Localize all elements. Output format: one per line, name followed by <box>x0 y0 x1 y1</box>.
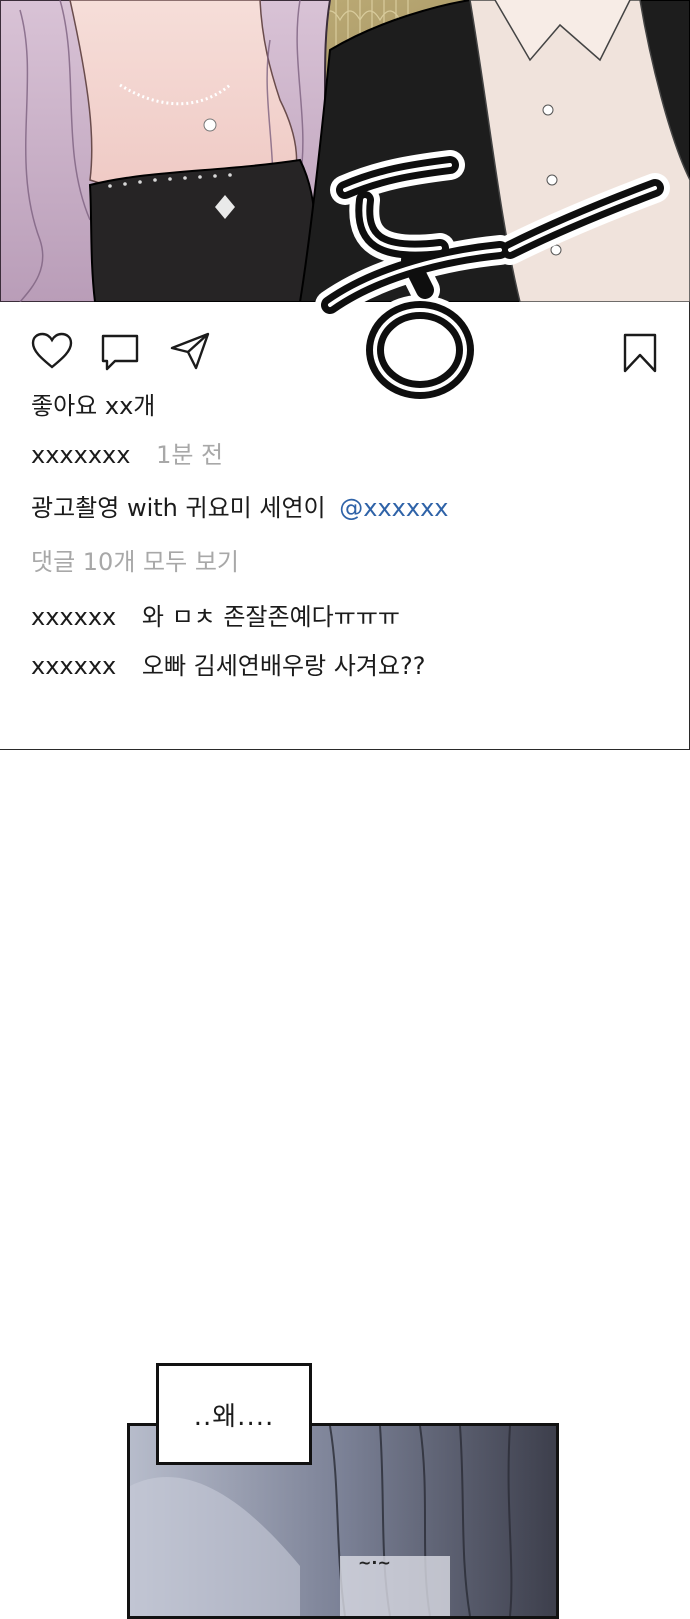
caption-mention-link[interactable]: @xxxxxx <box>339 494 448 522</box>
speech-box: ..왜.... <box>156 1363 312 1465</box>
username[interactable]: xxxxxxx <box>31 441 130 469</box>
comment-text: 오빠 김세연배우랑 사겨요?? <box>141 652 426 680</box>
bookmark-icon[interactable] <box>623 333 657 373</box>
caption-text: 광고촬영 with 귀요미 세연이 <box>31 494 326 522</box>
comment-text: 와 ㅁㅊ 존잘존예다ㅠㅠㅠ <box>141 603 400 631</box>
sfx-small-text: ~·~ <box>358 1553 391 1572</box>
instagram-post-card: 좋아요 xx개 xxxxxxx 1분 전 광고촬영 with 귀요미 세연이 @… <box>0 302 690 750</box>
send-icon[interactable] <box>170 332 210 370</box>
comment-username[interactable]: xxxxxx <box>31 652 116 680</box>
comment-row: xxxxxx 오빠 김세연배우랑 사겨요?? <box>31 651 425 681</box>
comment-username[interactable]: xxxxxx <box>31 603 116 631</box>
post-meta: xxxxxxx 1분 전 <box>31 440 223 470</box>
comment-row: xxxxxx 와 ㅁㅊ 존잘존예다ㅠㅠㅠ <box>31 602 400 632</box>
couple-illustration <box>0 0 690 302</box>
heart-icon[interactable] <box>31 332 73 370</box>
comic-panel-top <box>0 0 690 302</box>
post-caption: 광고촬영 with 귀요미 세연이 @xxxxxx <box>31 493 448 523</box>
comment-icon[interactable] <box>101 334 139 372</box>
view-all-comments-link[interactable]: 댓글 10개 모두 보기 <box>31 547 239 577</box>
post-time: 1분 전 <box>156 441 224 469</box>
likes-count[interactable]: 좋아요 xx개 <box>31 391 155 421</box>
